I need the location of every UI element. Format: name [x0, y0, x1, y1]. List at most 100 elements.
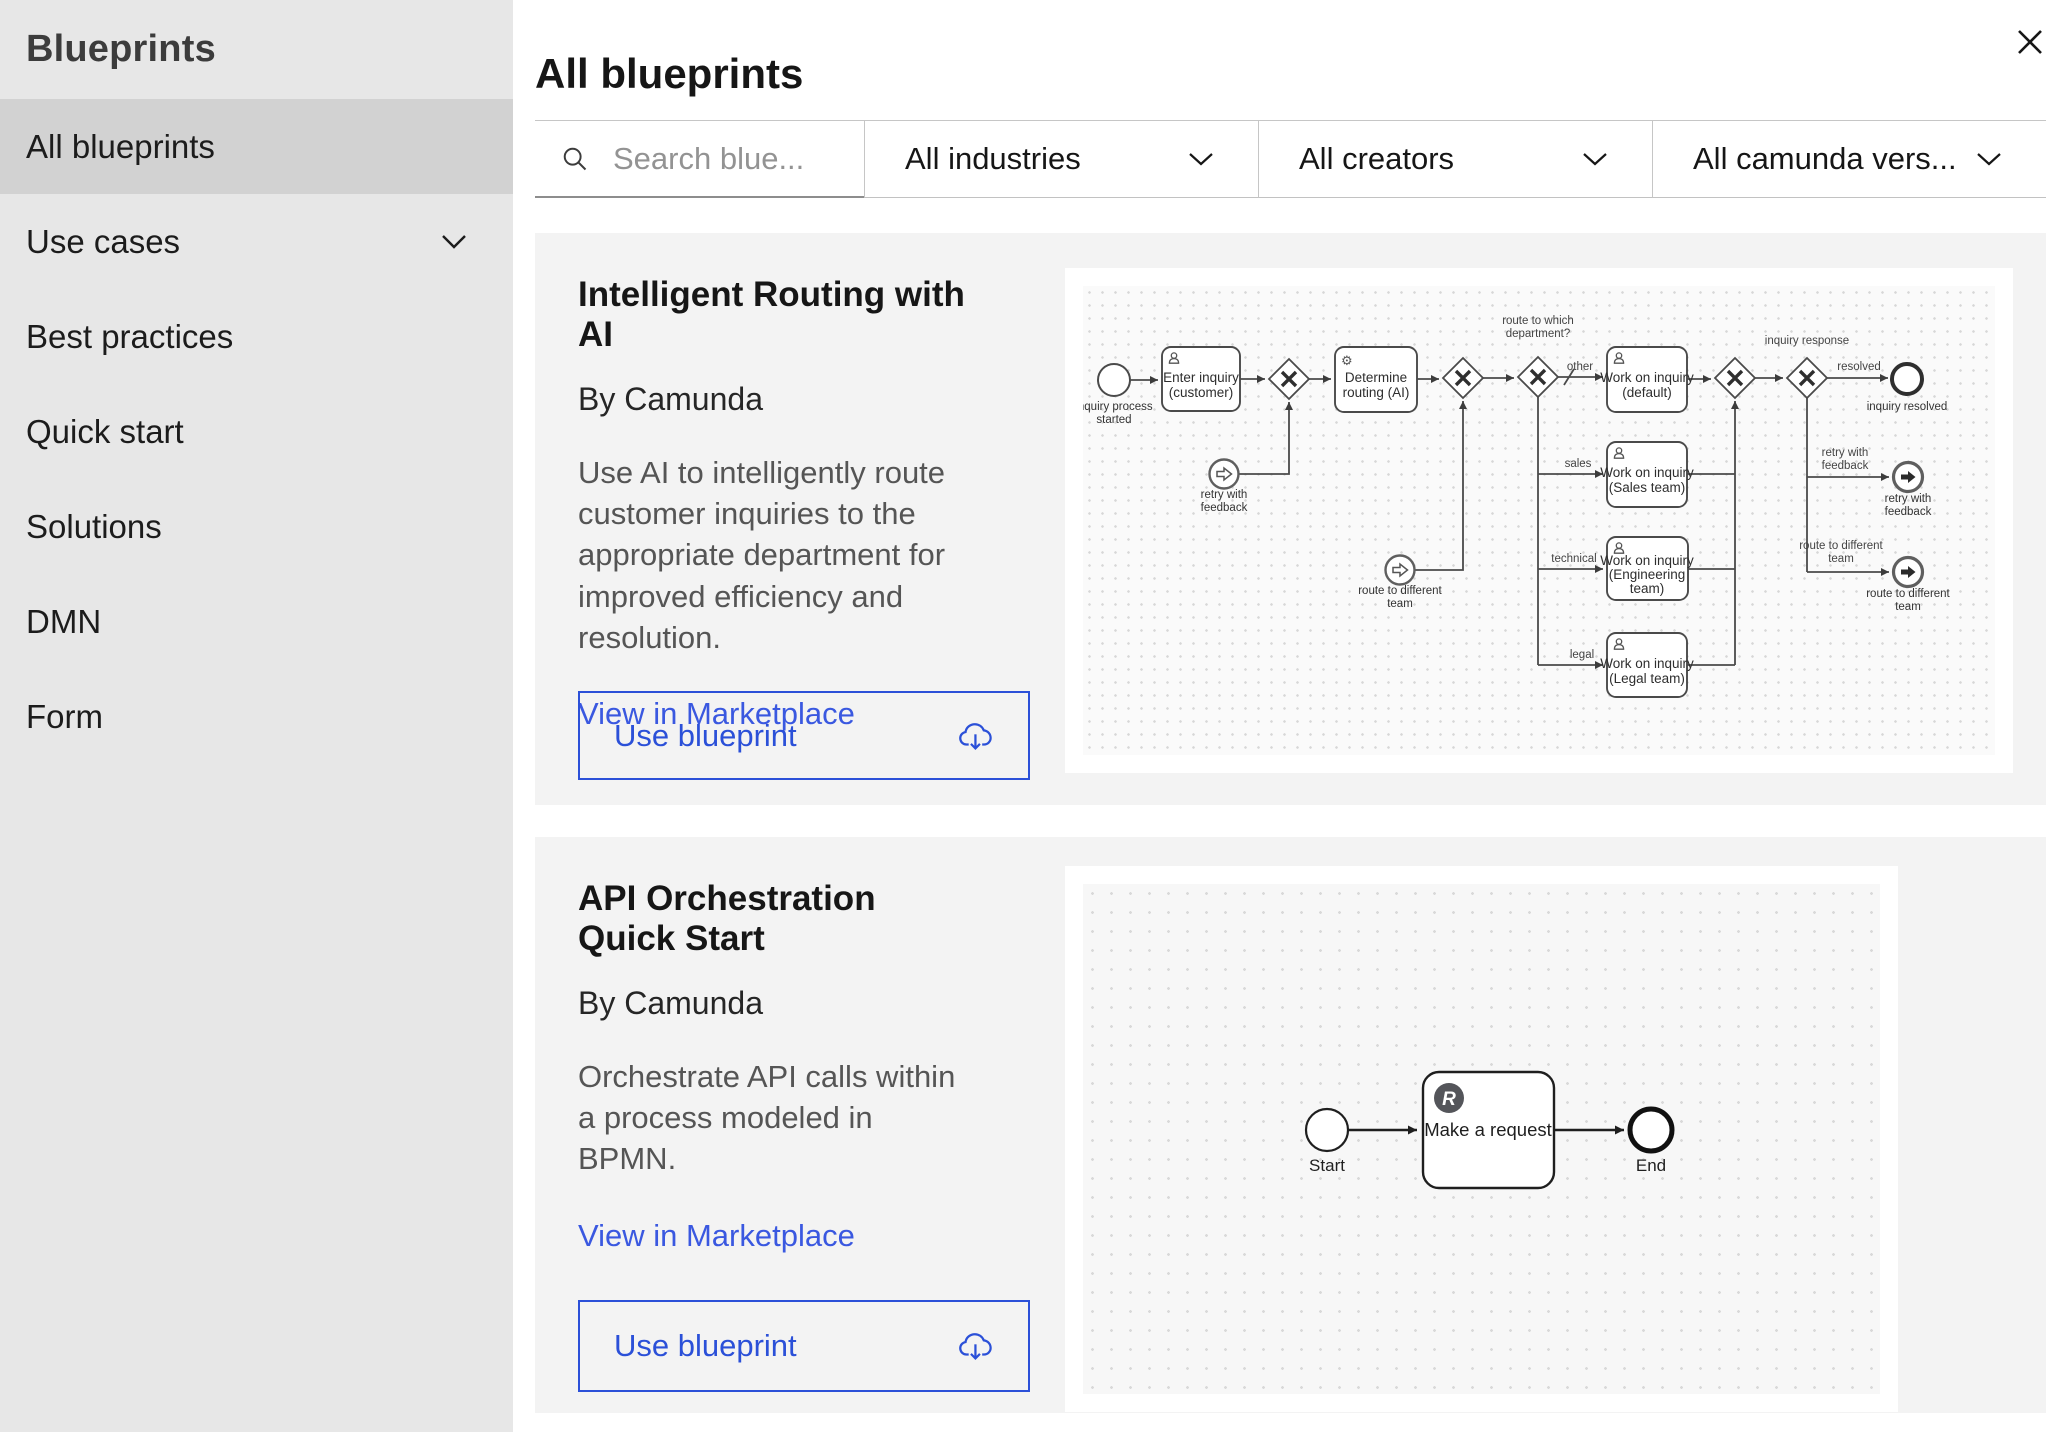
- sidebar-item-label: DMN: [26, 603, 101, 641]
- svg-text:End: End: [1636, 1156, 1666, 1175]
- use-blueprint-label: Use blueprint: [614, 1328, 797, 1364]
- close-icon: [2015, 27, 2045, 57]
- cloud-download-icon: [958, 720, 994, 752]
- sidebar-item-label: All blueprints: [26, 128, 215, 166]
- card-text-column: API Orchestration Quick Start By Camunda…: [578, 879, 976, 1254]
- blueprints-dialog: Blueprints All blueprints Use cases Best…: [0, 0, 2070, 1432]
- sidebar-item-best-practices[interactable]: Best practices: [0, 289, 513, 384]
- chevron-down-icon: [441, 234, 467, 249]
- industries-dropdown[interactable]: All industries: [864, 121, 1258, 198]
- svg-text:(Legal team): (Legal team): [1609, 671, 1685, 686]
- svg-text:routing (AI): routing (AI): [1343, 385, 1410, 400]
- card-author: By Camunda: [578, 985, 976, 1022]
- svg-text:technical: technical: [1551, 553, 1596, 565]
- dropdown-label: All camunda vers...: [1693, 141, 1957, 177]
- svg-text:route to different: route to different: [1358, 585, 1442, 597]
- sidebar-item-use-cases[interactable]: Use cases: [0, 194, 513, 289]
- filter-bar: All industries All creators All camunda …: [535, 120, 2046, 198]
- svg-text:retry with: retry with: [1885, 493, 1932, 505]
- sidebar-title: Blueprints: [0, 0, 513, 99]
- svg-text:R: R: [1442, 1089, 1456, 1110]
- use-blueprint-button[interactable]: Use blueprint: [578, 691, 1030, 780]
- svg-text:team): team): [1630, 581, 1665, 596]
- card-author: By Camunda: [578, 381, 976, 418]
- close-button[interactable]: [2008, 20, 2052, 64]
- svg-text:resolved: resolved: [1837, 361, 1880, 373]
- card-description: Use AI to intelligently route customer i…: [578, 452, 976, 658]
- creators-dropdown[interactable]: All creators: [1258, 121, 1652, 198]
- cloud-download-icon: [958, 1330, 994, 1362]
- sidebar: Blueprints All blueprints Use cases Best…: [0, 0, 513, 1432]
- svg-text:sales: sales: [1565, 458, 1592, 470]
- svg-text:Enter inquiry: Enter inquiry: [1163, 370, 1239, 385]
- bpmn-canvas: ⚙ inquiry process started Enter inquiry …: [1083, 286, 1995, 755]
- svg-text:route to different: route to different: [1866, 588, 1950, 600]
- sidebar-item-solutions[interactable]: Solutions: [0, 479, 513, 574]
- use-blueprint-label: Use blueprint: [614, 718, 797, 754]
- search-box: [535, 121, 864, 198]
- sidebar-item-label: Form: [26, 698, 103, 736]
- svg-text:(customer): (customer): [1169, 385, 1234, 400]
- svg-text:Start: Start: [1309, 1156, 1345, 1175]
- svg-text:other: other: [1567, 361, 1593, 373]
- svg-text:route to which: route to which: [1502, 315, 1574, 327]
- view-in-marketplace-link[interactable]: View in Marketplace: [578, 1218, 855, 1254]
- svg-text:(Engineering: (Engineering: [1609, 567, 1686, 582]
- sidebar-item-all-blueprints[interactable]: All blueprints: [0, 99, 513, 194]
- sidebar-item-label: Solutions: [26, 508, 162, 546]
- blueprint-card-api-orchestration: API Orchestration Quick Start By Camunda…: [535, 837, 2046, 1413]
- svg-text:legal: legal: [1570, 649, 1594, 661]
- svg-text:Work on inquiry: Work on inquiry: [1600, 370, 1694, 385]
- chevron-down-icon: [1582, 152, 1608, 167]
- svg-text:feedback: feedback: [1201, 502, 1248, 514]
- sidebar-item-dmn[interactable]: DMN: [0, 574, 513, 669]
- svg-text:started: started: [1096, 414, 1131, 426]
- svg-text:Work on inquiry: Work on inquiry: [1600, 465, 1694, 480]
- bpmn-preview-panel: R Start Make a request End: [1065, 866, 1898, 1412]
- bpmn-diagram-api-orchestration: R Start Make a request End: [1083, 884, 1880, 1394]
- svg-text:feedback: feedback: [1822, 460, 1869, 472]
- use-blueprint-button[interactable]: Use blueprint: [578, 1300, 1030, 1392]
- rest-connector-icon: R: [1434, 1083, 1464, 1113]
- chevron-down-icon: [1976, 152, 2002, 167]
- link-catch-arrow-icon: [1217, 468, 1408, 576]
- svg-text:team: team: [1828, 553, 1854, 565]
- svg-text:(default): (default): [1622, 385, 1672, 400]
- svg-text:route to different: route to different: [1799, 540, 1883, 552]
- blueprint-card-intelligent-routing: Intelligent Routing with AI By Camunda U…: [535, 233, 2046, 805]
- sidebar-item-label: Use cases: [26, 223, 180, 261]
- svg-text:team: team: [1895, 601, 1921, 613]
- card-description: Orchestrate API calls within a process m…: [578, 1056, 976, 1180]
- svg-text:feedback: feedback: [1885, 506, 1932, 518]
- camunda-version-dropdown[interactable]: All camunda vers...: [1652, 121, 2046, 198]
- card-title: API Orchestration Quick Start: [578, 879, 976, 959]
- bpmn-diagram-intelligent-routing: ⚙ inquiry process started Enter inquiry …: [1083, 286, 1995, 755]
- search-input[interactable]: [611, 140, 851, 178]
- svg-text:Make a request: Make a request: [1424, 1119, 1552, 1140]
- chevron-down-icon: [1188, 152, 1214, 167]
- search-icon: [561, 145, 589, 173]
- svg-text:Work on inquiry: Work on inquiry: [1600, 553, 1694, 568]
- page-title: All blueprints: [535, 50, 803, 98]
- dropdown-label: All creators: [1299, 141, 1454, 177]
- bpmn-preview-panel: ⚙ inquiry process started Enter inquiry …: [1065, 268, 2013, 773]
- svg-text:Work on inquiry: Work on inquiry: [1600, 656, 1694, 671]
- card-text-column: Intelligent Routing with AI By Camunda U…: [578, 275, 976, 732]
- svg-text:department?: department?: [1506, 328, 1571, 340]
- dropdown-label: All industries: [905, 141, 1081, 177]
- ai-gear-icon: ⚙: [1341, 353, 1353, 368]
- svg-text:inquiry resolved: inquiry resolved: [1867, 401, 1948, 413]
- svg-text:(Sales team): (Sales team): [1609, 480, 1686, 495]
- svg-text:retry with: retry with: [1822, 447, 1869, 459]
- svg-text:retry with: retry with: [1201, 489, 1248, 501]
- svg-text:inquiry process: inquiry process: [1083, 401, 1153, 413]
- svg-text:Determine: Determine: [1345, 370, 1407, 385]
- svg-text:team: team: [1387, 598, 1413, 610]
- sidebar-item-label: Best practices: [26, 318, 233, 356]
- sidebar-item-form[interactable]: Form: [0, 669, 513, 764]
- card-title: Intelligent Routing with AI: [578, 275, 976, 355]
- svg-text:inquiry response: inquiry response: [1765, 335, 1849, 347]
- sidebar-item-label: Quick start: [26, 413, 184, 451]
- bpmn-canvas: R Start Make a request End: [1083, 884, 1880, 1394]
- sidebar-item-quick-start[interactable]: Quick start: [0, 384, 513, 479]
